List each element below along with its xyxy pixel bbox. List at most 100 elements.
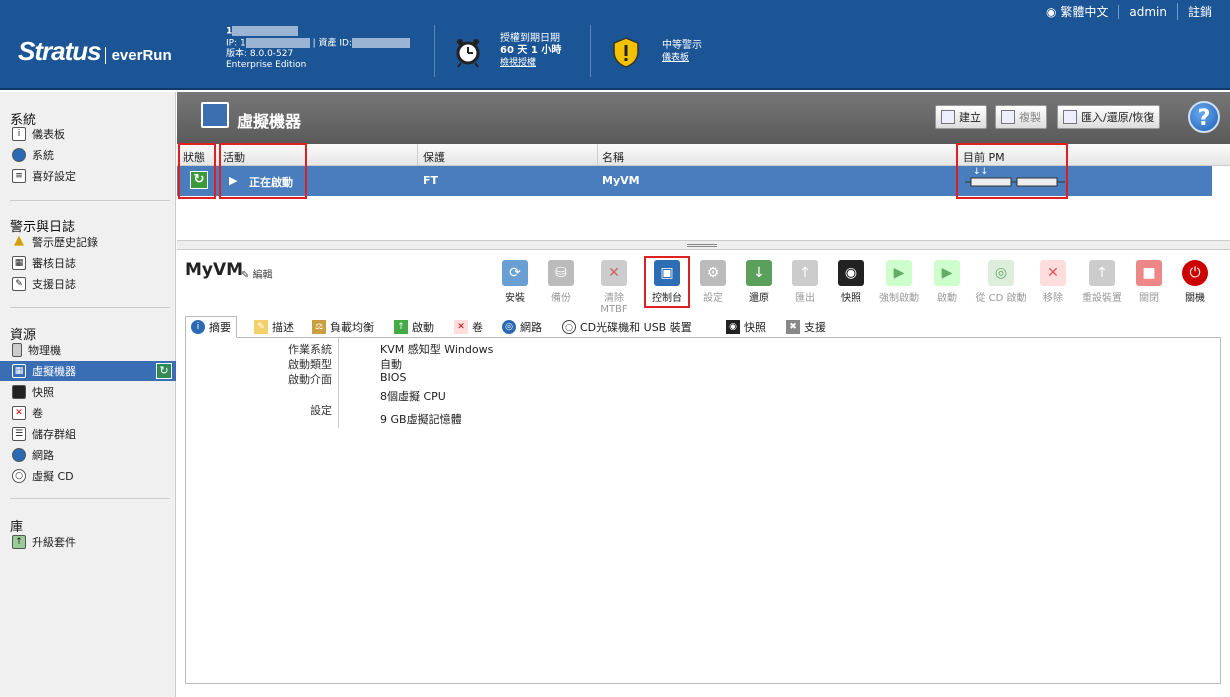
row-protection: FT [423,174,439,187]
sidebar-item-alert-history[interactable]: ▲ 警示歷史記錄 [12,232,172,252]
tab-cd-usb[interactable]: ○ CD光碟機和 USB 裝置 [557,316,697,338]
view-license-link[interactable]: 檢視授權 [500,58,536,68]
sidebar-item-physical-machines[interactable]: 物理機 [12,340,172,360]
col-protection[interactable]: 保護 [423,149,445,165]
tab-load-balancing[interactable]: ⚖ 負載均衡 [307,316,379,338]
refresh-status-icon: ↻ [156,363,172,379]
dashboard-link[interactable]: 儀表板 [662,53,689,63]
vm-grid: 狀態 活動 保護 名稱 目前 PM ↻ ▶ 正在啟動 FT MyVM ↓↓ [177,143,1230,240]
copy-button[interactable]: 複製 [995,105,1047,129]
alert-info: 中等警示 儀表板 [662,40,702,63]
sidebar-item-virtual-cd[interactable]: ○ 虛擬 CD [12,466,172,486]
upgrade-kit-icon: ↑ [12,535,26,549]
import-restore-button[interactable]: 匯入/還原/恢復 [1057,105,1161,129]
warning-shield-icon [613,37,639,68]
pane-splitter[interactable] [177,240,1230,250]
install-button[interactable]: ⟳ 安裝 [495,260,535,308]
power-off-button[interactable]: ⏻ 關機 [1175,260,1215,308]
camera-icon: ◉ [726,320,740,334]
camera-icon [12,385,26,399]
tab-description[interactable]: ✎ 描述 [249,316,299,338]
tab-boot[interactable]: ↑ 啟動 [389,316,439,338]
sidebar-item-storage-groups[interactable]: ☰ 儲存群組 [12,424,172,444]
highlight-status [178,143,216,199]
system-info: 1 IP: 1 | 資產 ID: 版本: 8.0.0-527 Enterpris… [226,26,410,71]
import-icon [1063,110,1077,124]
restore-icon: ↓ [746,260,772,286]
highlight-activity [219,143,307,199]
tab-support[interactable]: ✖ 支援 [781,316,831,338]
clear-mtbf-icon: ✕ [601,260,627,286]
tab-networks[interactable]: ◎ 網路 [497,316,547,338]
sidebar-item-preferences[interactable]: ≡ 喜好設定 [12,166,172,186]
sidebar-item-dashboard[interactable]: i 儀表板 [12,124,172,144]
system-icon [12,148,26,162]
cd-boot-icon: ◎ [988,260,1014,286]
os-value: KVM 感知型 Windows [380,343,494,356]
volume-icon: ✕ [454,320,468,334]
boot-type-label: 啟動類型 [288,358,332,371]
tab-summary[interactable]: i 摘要 [185,316,237,338]
snapshot-button[interactable]: ◉ 快照 [831,260,871,308]
stratus-logo: Stratus everRun [18,36,172,66]
version-label: 版本: 8.0.0-527 [226,49,294,59]
scale-icon: ⚖ [312,320,326,334]
export-button[interactable]: ↑ 匯出 [785,260,825,308]
sidebar-item-networks[interactable]: 網路 [12,445,172,465]
backup-button[interactable]: ⛁ 備份 [541,260,581,308]
tools-icon: ✖ [786,320,800,334]
edit-link[interactable]: ✎ 編輯 [241,266,273,281]
help-button[interactable]: ? [1188,101,1220,133]
details-pane: MyVM ✎ 編輯 ⟳ 安裝 ⛁ 備份 ✕ 清除 MTBF ▣ 控制台 ⚙ 設定 ↓ 還原 … [177,250,1230,697]
title-bar: 虛擬機器 建立 複製 匯入/還原/恢復 ? [177,92,1230,144]
reset-device-button[interactable]: ↑ 重設裝置 [1077,260,1127,308]
shutdown-button[interactable]: ■ 關閉 [1129,260,1169,308]
globe-icon: ◎ [502,320,516,334]
sidebar-item-virtual-machines[interactable]: ▦ 虛擬機器 ↻ [0,361,176,381]
logout-link[interactable]: 註銷 [1176,3,1222,20]
force-boot-button[interactable]: ▶ 強制啟動 [875,260,923,308]
sidebar: 系統 i 儀表板 系統 ≡ 喜好設定 警示與日誌 ▲ 警示歷史記錄 ▦ 審核日誌 ✎ 支援… [0,92,176,697]
sidebar-item-support-log[interactable]: ✎ 支援日誌 [12,274,172,294]
create-button[interactable]: 建立 [935,105,987,129]
asset-id-label: | 資產 ID: [312,38,352,48]
cd-usb-icon: ○ [562,320,576,334]
volume-icon: ✕ [12,406,26,420]
clear-mtbf-button[interactable]: ✕ 清除 MTBF [589,260,639,315]
remove-button[interactable]: ✕ 移除 [1033,260,1073,308]
stop-icon: ■ [1136,260,1162,286]
export-icon: ↑ [792,260,818,286]
license-info: 授權到期日期 60 天 1 小時 檢視授權 [500,33,562,68]
language-selector[interactable]: ◉ 繁體中文 [1036,3,1118,20]
restore-button[interactable]: ↓ 還原 [739,260,779,308]
boot-interface-label: 啟動介面 [288,373,332,386]
col-name[interactable]: 名稱 [602,149,624,165]
boot-from-cd-button[interactable]: ◎ 從 CD 啟動 [971,260,1031,308]
sidebar-item-audit-log[interactable]: ▦ 審核日誌 [12,253,172,273]
sidebar-item-system[interactable]: 系統 [12,145,172,165]
reset-device-icon: ↑ [1089,260,1115,286]
sidebar-item-volumes[interactable]: ✕ 卷 [12,403,172,423]
storage-icon: ☰ [12,427,26,441]
sidebar-item-upgrade-kits[interactable]: ↑ 升級套件 [12,532,172,552]
main-content: 虛擬機器 建立 複製 匯入/還原/恢復 ? 狀態 活動 保護 名稱 目前 PM … [177,92,1230,697]
backup-icon: ⛁ [548,260,574,286]
tab-snapshots[interactable]: ◉ 快照 [721,316,771,338]
sidebar-item-snapshots[interactable]: 快照 [12,382,172,402]
highlight-current-pm [956,143,1068,199]
remove-icon: ✕ [1040,260,1066,286]
page-title: 虛擬機器 [237,112,302,131]
summary-panel: 作業系統 KVM 感知型 Windows 啟動類型 自動 啟動介面 BIOS 8… [185,338,1221,684]
grid-header: 狀態 活動 保護 名稱 目前 PM [177,144,1230,166]
tab-volumes[interactable]: ✕ 卷 [449,316,488,338]
edition-label: Enterprise Edition [226,60,307,70]
ip-label: IP: 1 [226,38,246,48]
user-menu[interactable]: admin [1118,4,1177,19]
camera-icon: ◉ [838,260,864,286]
top-right-menu: ◉ 繁體中文 admin 註銷 [1036,3,1222,20]
power-icon: ⏻ [1182,260,1208,286]
calendar-icon: ▦ [12,256,26,270]
settings-button[interactable]: ⚙ 設定 [693,260,733,308]
boot-button[interactable]: ▶ 啟動 [927,260,967,308]
dashboard-icon: i [12,127,26,141]
